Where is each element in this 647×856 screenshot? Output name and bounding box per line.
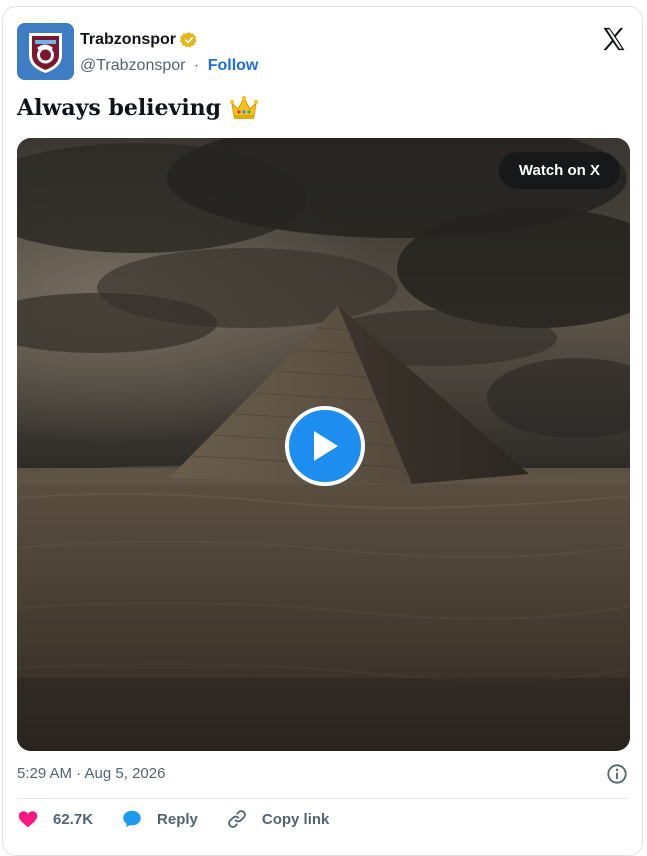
play-icon — [314, 431, 338, 461]
separator: · — [193, 57, 200, 74]
handle-row: @Trabzonspor · Follow — [80, 57, 258, 75]
avatar[interactable] — [17, 23, 74, 80]
timestamp[interactable]: 5:29 AM · Aug 5, 2026 — [17, 765, 165, 782]
reply-button[interactable]: Reply — [121, 808, 198, 830]
reply-label: Reply — [157, 810, 198, 828]
crown-emoji — [230, 96, 259, 119]
like-button[interactable]: 62.7K — [17, 808, 93, 830]
play-button[interactable] — [285, 406, 365, 486]
x-logo-icon[interactable] — [600, 25, 628, 53]
divider — [17, 798, 628, 799]
watch-on-x-button[interactable]: Watch on X — [498, 152, 620, 189]
copy-link-button[interactable]: Copy link — [226, 808, 330, 830]
like-count: 62.7K — [53, 810, 94, 828]
video-player[interactable]: Watch on X — [17, 138, 630, 751]
link-icon — [228, 810, 246, 828]
info-icon[interactable] — [606, 763, 628, 785]
action-bar: 62.7K Reply Copy link — [17, 808, 329, 830]
tweet-text-row: Always believing — [17, 95, 259, 121]
tweet-text: Always believing — [17, 95, 222, 121]
verified-badge-icon — [180, 32, 197, 48]
heart-icon — [18, 811, 38, 828]
display-name[interactable]: Trabzonspor — [80, 31, 176, 49]
copy-link-label: Copy link — [261, 810, 330, 828]
follow-button[interactable]: Follow — [208, 57, 259, 74]
reply-bubble-icon — [123, 810, 141, 828]
avatar-logo — [17, 23, 74, 80]
handle[interactable]: @Trabzonspor — [80, 57, 185, 74]
tweet-card: Trabzonspor @Trabzonspor · Follow Always… — [2, 6, 643, 856]
display-name-row[interactable]: Trabzonspor — [80, 31, 198, 49]
